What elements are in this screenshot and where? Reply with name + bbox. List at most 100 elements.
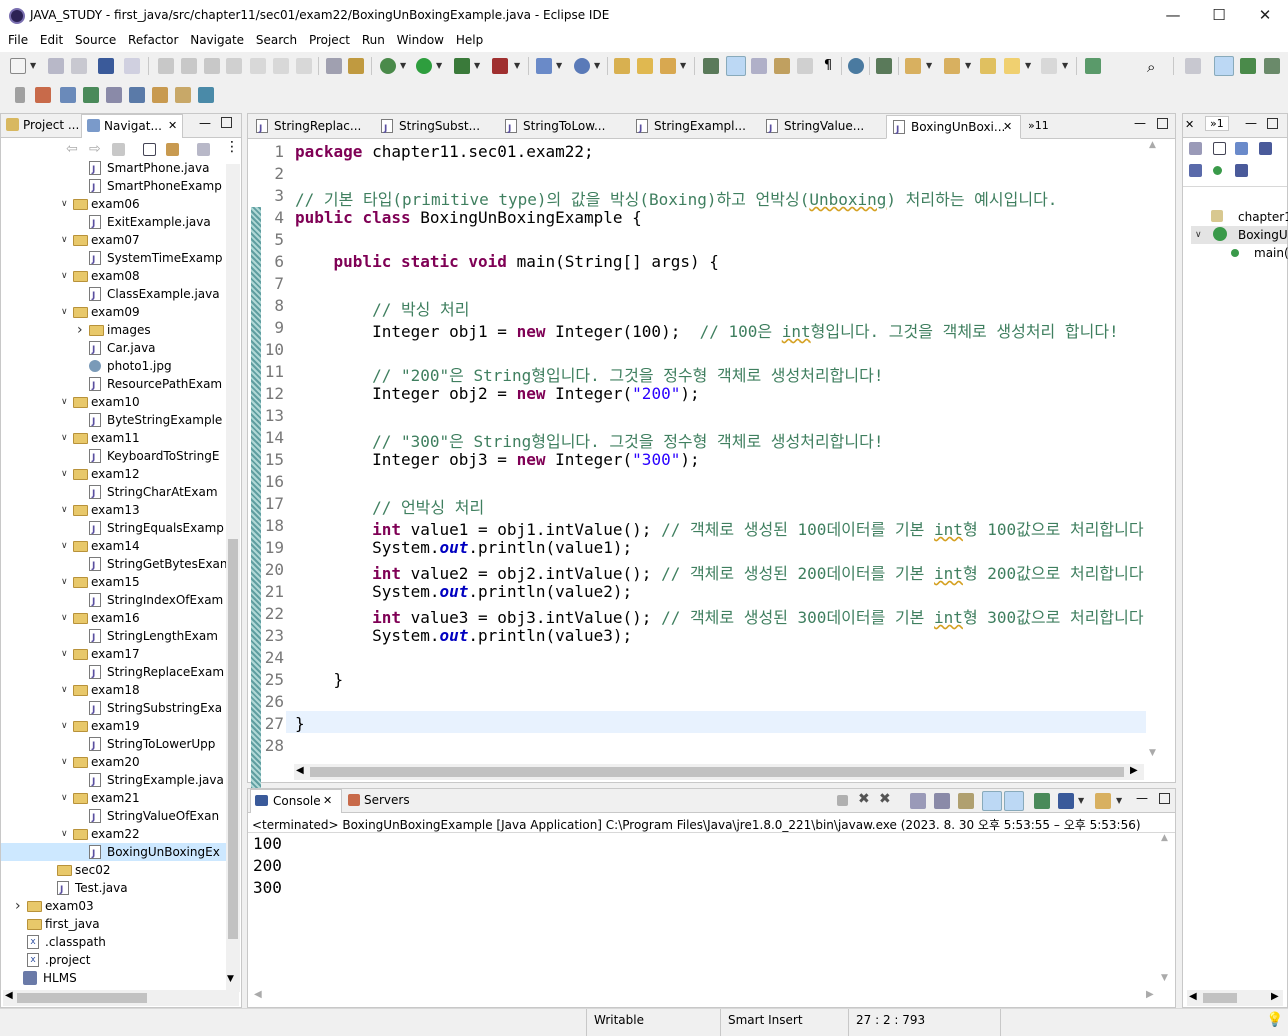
- chevron-down-icon[interactable]: ∨: [61, 681, 71, 699]
- up-folder-icon[interactable]: [112, 143, 125, 156]
- save-icon[interactable]: [48, 58, 64, 74]
- tree-file[interactable]: StringEqualsExamp: [1, 519, 227, 539]
- chevron-down-icon[interactable]: ∨: [61, 195, 71, 213]
- code-line[interactable]: }: [295, 670, 344, 689]
- tree-scroll-thumb[interactable]: [228, 539, 238, 939]
- last-edit-location-icon[interactable]: [980, 58, 996, 74]
- code-area[interactable]: 1 package chapter11.sec01.exam22; 2 3// 기본 …: [248, 140, 1153, 789]
- chevron-right-icon[interactable]: ›: [15, 897, 25, 915]
- tree-folder[interactable]: ∨ exam15: [1, 573, 227, 591]
- scroll-lock-icon[interactable]: [934, 793, 950, 809]
- drop-to-frame-icon[interactable]: [326, 58, 342, 74]
- tree-folder[interactable]: ∨ exam21: [1, 789, 227, 807]
- show-on-output-icon[interactable]: [982, 791, 1002, 811]
- tree-folder[interactable]: ∨ exam11: [1, 429, 227, 447]
- tree-folder[interactable]: ∨ exam09: [1, 303, 227, 321]
- editor-tab[interactable]: StringReplac...: [250, 115, 370, 139]
- tree-file[interactable]: SmartPhoneExamp: [1, 177, 227, 197]
- chevron-down-icon[interactable]: ▼: [30, 61, 36, 70]
- clear-console-icon[interactable]: [910, 793, 926, 809]
- open-task-icon[interactable]: [637, 58, 653, 74]
- remove-all-icon[interactable]: ✖: [879, 791, 891, 807]
- step-over-icon[interactable]: [273, 58, 289, 74]
- editor-tab[interactable]: StringSubst...: [375, 115, 495, 139]
- code-line[interactable]: System.out.println(value2);: [295, 582, 632, 601]
- tree-file[interactable]: Car.java: [1, 339, 227, 359]
- tree-file[interactable]: photo1.jpg: [1, 357, 227, 375]
- debug-icon[interactable]: [380, 58, 396, 74]
- code-line[interactable]: }: [295, 714, 305, 733]
- next-annotation-icon[interactable]: [905, 58, 921, 74]
- editor-tab-active[interactable]: BoxingUnBoxi...✕: [886, 115, 1021, 139]
- chevron-down-icon[interactable]: ▼: [514, 61, 520, 70]
- forward-arrow-icon[interactable]: ⇨: [89, 141, 101, 157]
- tab-servers[interactable]: Servers: [346, 789, 410, 813]
- tree-folder[interactable]: ∨ exam19: [1, 717, 227, 735]
- editor-vertical-scrollbar[interactable]: ▲ ▼: [1147, 140, 1163, 760]
- scroll-right-arrow-icon[interactable]: ▶: [1130, 765, 1138, 776]
- chevron-right-icon[interactable]: ›: [77, 321, 87, 339]
- tree-project[interactable]: ›HLMS: [1, 969, 227, 987]
- save-all-icon[interactable]: [71, 58, 87, 74]
- chevron-down-icon[interactable]: ▼: [1116, 796, 1122, 805]
- tree-folder[interactable]: first_java: [1, 915, 227, 933]
- git-perspective-icon[interactable]: [1264, 58, 1280, 74]
- tree-folder[interactable]: ∨ exam13: [1, 501, 227, 519]
- tree-file[interactable]: StringReplaceExam: [1, 663, 227, 683]
- new-icon[interactable]: [10, 58, 26, 74]
- code-line[interactable]: int value3 = obj3.intValue(); // 객체로 생성된…: [295, 604, 1153, 628]
- tree-horizontal-scrollbar[interactable]: ◀: [3, 990, 239, 1006]
- chevron-down-icon[interactable]: ∨: [61, 609, 71, 627]
- outline-hscrollbar[interactable]: ◀ ▶: [1187, 990, 1283, 1006]
- menu-window[interactable]: Window: [397, 30, 444, 47]
- tab-project-explorer[interactable]: Project ...: [1, 114, 81, 138]
- display-console-icon[interactable]: [1058, 793, 1074, 809]
- menu-help[interactable]: Help: [456, 30, 483, 47]
- close-icon[interactable]: ✕: [1003, 116, 1012, 138]
- code-line[interactable]: int value1 = obj1.intValue(); // 객체로 생성된…: [295, 516, 1153, 540]
- terminate-icon[interactable]: [837, 795, 848, 806]
- sort-icon[interactable]: [129, 87, 145, 103]
- editor-hscroll-thumb[interactable]: [310, 767, 1124, 777]
- remove-launch-icon[interactable]: ✖: [858, 791, 870, 807]
- tree-file[interactable]: StringCharAtExam: [1, 483, 227, 503]
- tree-file[interactable]: ExitExample.java: [1, 213, 227, 233]
- chevron-down-icon[interactable]: ▼: [1025, 61, 1031, 70]
- tree-file[interactable]: StringToLowerUpp: [1, 735, 227, 755]
- tree-folder[interactable]: ∨ exam07: [1, 231, 227, 249]
- tree-folder[interactable]: sec02: [1, 861, 227, 879]
- tree-folder[interactable]: › images: [1, 321, 227, 339]
- close-button[interactable]: ✕: [1242, 0, 1288, 30]
- tree-file[interactable]: StringExample.java: [1, 771, 227, 791]
- git-icon[interactable]: [175, 87, 191, 103]
- scroll-left-arrow-icon[interactable]: ◀: [254, 989, 262, 1000]
- filters-icon[interactable]: [197, 143, 210, 156]
- open-console-icon[interactable]: [1095, 793, 1111, 809]
- list-icon[interactable]: [106, 87, 122, 103]
- tree-hscroll-thumb[interactable]: [17, 993, 147, 1003]
- hide-local-types-icon[interactable]: [1235, 164, 1248, 177]
- tree-file[interactable]: KeyboardToStringE: [1, 447, 227, 467]
- chevron-down-icon[interactable]: ▼: [400, 61, 406, 70]
- chevron-down-icon[interactable]: ∨: [61, 465, 71, 483]
- step-return-icon[interactable]: [296, 58, 312, 74]
- menu-file[interactable]: File: [8, 30, 28, 47]
- table-icon[interactable]: [60, 87, 76, 103]
- highlight-pen-icon[interactable]: [726, 56, 746, 76]
- minimize-button[interactable]: —: [1150, 0, 1196, 30]
- sort-alpha-icon[interactable]: [1235, 142, 1248, 155]
- word-wrap-icon[interactable]: [958, 793, 974, 809]
- download-icon[interactable]: [198, 87, 214, 103]
- outline-item-class[interactable]: ∨ BoxingU: [1191, 226, 1288, 244]
- close-icon[interactable]: ✕: [1185, 118, 1194, 131]
- chevron-down-icon[interactable]: ∨: [61, 573, 71, 591]
- console-vscrollbar[interactable]: ▲ ▼: [1159, 833, 1175, 991]
- open-console-icon[interactable]: [1085, 58, 1101, 74]
- scroll-right-arrow-icon[interactable]: ▶: [1146, 989, 1154, 1000]
- chevron-down-icon[interactable]: ∨: [61, 825, 71, 843]
- chevron-down-icon[interactable]: ∨: [61, 645, 71, 663]
- chevron-down-icon[interactable]: ∨: [61, 717, 71, 735]
- hide-nonpublic-icon[interactable]: [1213, 166, 1222, 175]
- tree-folder[interactable]: ∨ exam14: [1, 537, 227, 555]
- scroll-left-arrow-icon[interactable]: ◀: [1189, 991, 1197, 1002]
